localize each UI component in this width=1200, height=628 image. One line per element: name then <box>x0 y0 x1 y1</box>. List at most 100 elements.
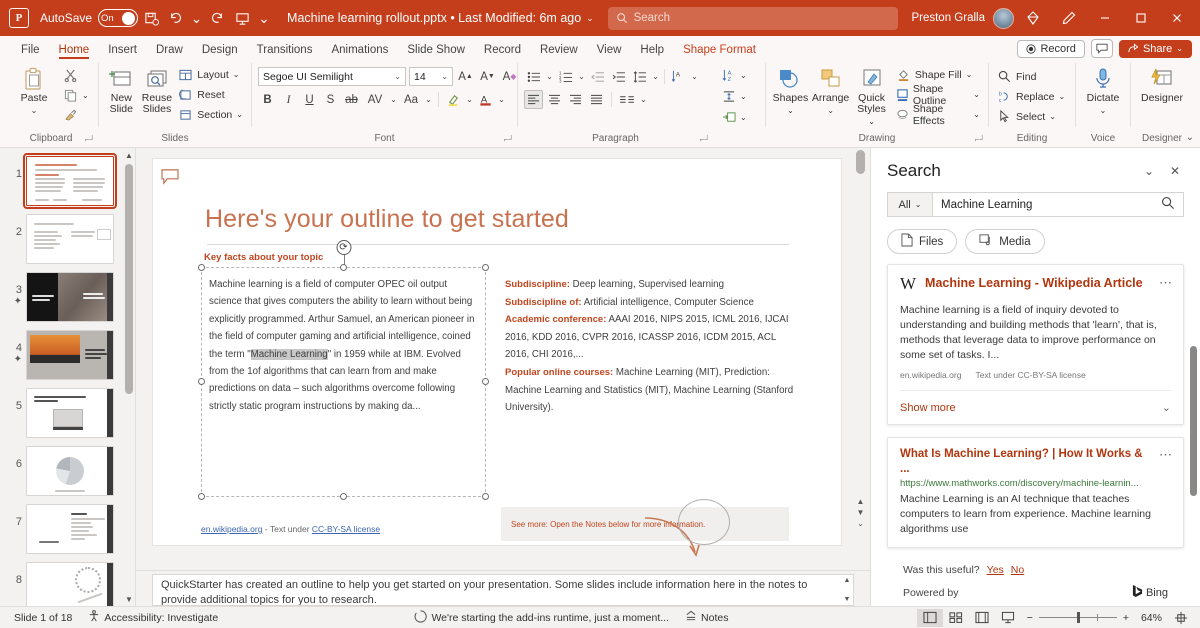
font-color-dropdown-icon[interactable]: ⌄ <box>497 90 506 109</box>
reading-view-icon[interactable] <box>969 609 995 627</box>
thumbnail-item-4[interactable]: 4 ✦ <box>0 326 123 384</box>
bold-icon[interactable]: B <box>258 90 277 109</box>
source-link[interactable]: en.wikipedia.org <box>201 524 262 534</box>
resize-handle-ne[interactable] <box>482 264 489 271</box>
document-title[interactable]: Machine learning rollout.pptx • Last Mod… <box>287 11 581 25</box>
font-name-chevron-icon[interactable]: ⌄ <box>394 72 401 81</box>
shrink-font-icon[interactable]: A ▼ <box>478 67 497 86</box>
align-text-dropdown-icon[interactable]: ⌄ <box>740 92 747 101</box>
change-case-dropdown-icon[interactable]: ⌄ <box>424 90 433 109</box>
dictate-button[interactable]: Dictate ⌄ <box>1082 64 1124 116</box>
line-spacing-icon[interactable] <box>630 67 649 86</box>
thumbnail-item-5[interactable]: 5 <box>0 384 123 442</box>
search-icon[interactable] <box>1161 196 1175 213</box>
tab-animations[interactable]: Animations <box>322 42 397 59</box>
notes-scrollbar[interactable]: ▲ ▼ <box>841 575 853 605</box>
tab-transitions[interactable]: Transitions <box>248 42 322 59</box>
comments-button[interactable] <box>1090 39 1113 58</box>
notes-pane[interactable]: QuickStarter has created an outline to h… <box>136 570 870 606</box>
section-button[interactable]: Section ⌄ <box>176 105 245 124</box>
format-painter-button[interactable] <box>61 106 91 125</box>
key-facts-label[interactable]: Key facts about your topic <box>204 252 323 263</box>
notes-text[interactable]: QuickStarter has created an outline to h… <box>152 574 854 606</box>
justify-icon[interactable] <box>587 90 606 109</box>
replace-button[interactable]: bc Replace ⌄ <box>995 87 1067 106</box>
zoom-track[interactable] <box>1038 612 1117 623</box>
resize-handle-s[interactable] <box>339 493 347 500</box>
tab-insert[interactable]: Insert <box>99 42 146 59</box>
rotate-handle[interactable]: ⟳ <box>336 240 351 255</box>
thumbnail-preview[interactable] <box>26 446 114 496</box>
collapse-ribbon-icon[interactable]: ⌄ <box>1186 132 1194 143</box>
slide-canvas[interactable]: Here's your outline to get started Key f… <box>136 148 870 570</box>
designer-button[interactable]: Designer <box>1137 64 1187 104</box>
slide-sorter-icon[interactable] <box>943 609 969 627</box>
columns-dropdown-icon[interactable]: ⌄ <box>639 90 648 109</box>
result-overflow-menu-icon[interactable]: ⋯ <box>1159 275 1173 291</box>
shape-fill-dropdown-icon[interactable]: ⌄ <box>966 70 973 79</box>
share-button[interactable]: Share ⌄ <box>1118 39 1192 58</box>
fit-to-window-icon[interactable] <box>1168 609 1194 627</box>
align-center-icon[interactable] <box>545 90 564 109</box>
copy-dropdown-icon[interactable]: ⌄ <box>82 91 89 100</box>
result-url[interactable]: https://www.mathworks.com/discovery/mach… <box>888 477 1183 489</box>
document-title-chevron-icon[interactable]: ⌄ <box>586 13 594 24</box>
license-link[interactable]: CC-BY-SA license <box>312 524 380 534</box>
chevron-down-icon[interactable]: ⌄ <box>1162 401 1171 414</box>
bullets-icon[interactable] <box>524 67 543 86</box>
font-name-combobox[interactable]: Segoe UI Semilight ⌄ <box>258 67 406 86</box>
shape-outline-button[interactable]: Shape Outline ⌄ <box>894 83 982 107</box>
select-dropdown-icon[interactable]: ⌄ <box>1049 112 1056 121</box>
align-text-vertical-button[interactable]: ⌄ <box>719 87 749 106</box>
feedback-no-link[interactable]: No <box>1011 564 1024 576</box>
paragraph-dialog-launcher[interactable]: ⌐┘ <box>700 135 710 144</box>
zoom-slider[interactable]: − + <box>1021 612 1135 624</box>
scroll-up-icon[interactable]: ▲ <box>857 497 865 506</box>
reset-button[interactable]: Reset <box>176 85 245 104</box>
notes-scroll-down-icon[interactable]: ▼ <box>844 596 851 603</box>
resize-handle-sw[interactable] <box>198 493 205 500</box>
comment-icon[interactable] <box>161 169 179 190</box>
character-spacing-dropdown-icon[interactable]: ⌄ <box>389 90 398 109</box>
search-filter-dropdown[interactable]: All ⌄ <box>887 192 933 217</box>
increase-indent-icon[interactable] <box>609 67 628 86</box>
text-direction-dropdown-icon[interactable]: ⌄ <box>690 67 699 86</box>
slide-title[interactable]: Here's your outline to get started <box>205 205 569 234</box>
cut-button[interactable] <box>61 66 91 85</box>
thumbnail-scrollbar-thumb[interactable] <box>125 164 133 394</box>
autosave-toggle[interactable]: On <box>98 9 139 27</box>
clear-formatting-icon[interactable]: A ◆ <box>500 67 519 86</box>
numbering-dropdown-icon[interactable]: ⌄ <box>577 67 586 86</box>
grow-font-icon[interactable]: A ▲ <box>456 67 475 86</box>
filter-pill-files[interactable]: Files <box>887 229 958 254</box>
normal-view-icon[interactable] <box>916 608 943 627</box>
layout-button[interactable]: Layout ⌄ <box>176 65 245 84</box>
save-icon[interactable] <box>138 5 164 31</box>
slide-thumbnail-pane[interactable]: 1 2 3 ✦ 4 ✦ 5 6 7 8 ▲ ▼ <box>0 148 136 606</box>
resize-handle-w[interactable] <box>198 378 205 385</box>
thumbnail-preview[interactable] <box>26 330 114 380</box>
record-button[interactable]: Record <box>1017 39 1085 58</box>
thumbnail-preview[interactable] <box>26 388 114 438</box>
thumbnail-preview[interactable] <box>26 562 114 606</box>
scroll-down-icon[interactable]: ▼ <box>123 592 135 606</box>
search-pane-scrollbar-thumb[interactable] <box>1190 346 1197 496</box>
slide-show-icon[interactable] <box>995 609 1021 627</box>
paste-button[interactable]: Paste ⌄ <box>10 64 58 116</box>
copy-button[interactable]: ⌄ <box>61 86 91 105</box>
font-dialog-launcher[interactable]: ⌐┘ <box>504 135 514 144</box>
thumbnail-item-2[interactable]: 2 <box>0 210 123 268</box>
shape-effects-dropdown-icon[interactable]: ⌄ <box>973 110 980 119</box>
align-text-button[interactable]: AZ ⌄ <box>719 66 749 85</box>
close-button[interactable] <box>1160 3 1194 33</box>
diamond-icon[interactable] <box>1016 3 1050 33</box>
thumbnail-preview[interactable] <box>26 272 114 322</box>
text-sort-dropdown-icon[interactable]: ⌄ <box>740 71 747 80</box>
font-size-combobox[interactable]: 14 ⌄ <box>409 67 453 86</box>
filter-pill-media[interactable]: Media <box>965 229 1045 254</box>
text-highlight-icon[interactable] <box>444 90 463 109</box>
shape-outline-dropdown-icon[interactable]: ⌄ <box>973 90 980 99</box>
italic-icon[interactable]: I <box>279 90 298 109</box>
line-spacing-dropdown-icon[interactable]: ⌄ <box>651 67 660 86</box>
resize-handle-e[interactable] <box>482 378 489 385</box>
